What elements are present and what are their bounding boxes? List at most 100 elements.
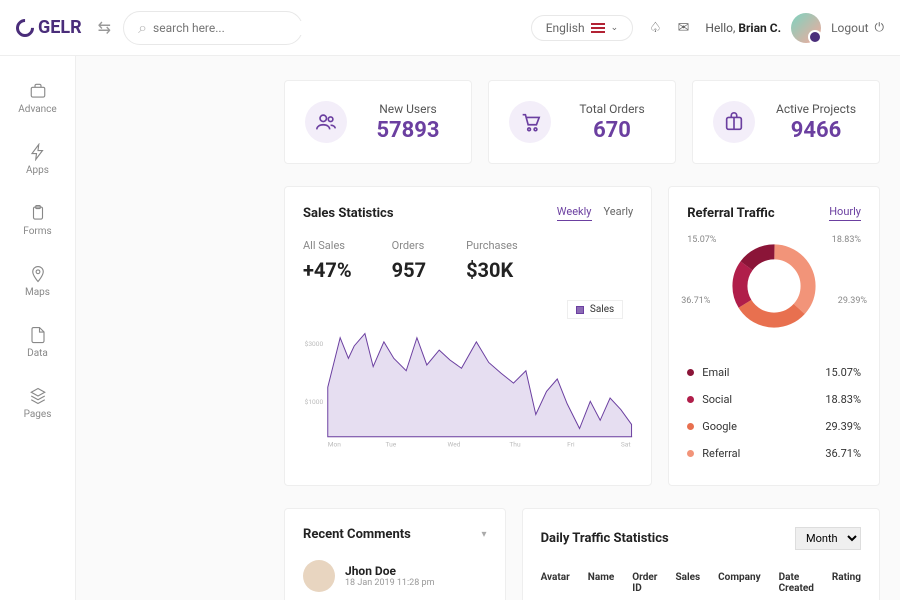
topbar: GELR ⇆ ⌕ English ⌄ ♤ ✉ Hello, Brian C. L…	[0, 0, 900, 56]
flag-icon	[591, 23, 605, 33]
sidebar-label: Apps	[26, 165, 49, 176]
tab-yearly[interactable]: Yearly	[604, 205, 634, 221]
pin-icon	[29, 265, 47, 283]
logout-link[interactable]: Logout ⏻	[831, 20, 884, 35]
stat-card-new-users: New Users 57893	[284, 80, 472, 164]
stat-value: 9466	[773, 118, 859, 143]
dot-icon	[687, 396, 694, 403]
metric-label: Purchases	[466, 239, 518, 252]
legend-color-icon	[576, 306, 584, 314]
referral-value: 29.39%	[825, 420, 861, 433]
search-input[interactable]	[153, 21, 309, 35]
chart-legend: Sales	[567, 300, 623, 319]
stat-value: 670	[569, 118, 655, 143]
sidebar-label: Pages	[24, 409, 52, 420]
th: Rating	[832, 572, 861, 594]
x-tick: Sat	[621, 441, 631, 449]
caret-down-icon[interactable]: ▾	[482, 529, 487, 540]
stat-card-total-orders: Total Orders 670	[488, 80, 676, 164]
x-tick: Wed	[447, 441, 460, 449]
x-tick: Thu	[509, 441, 521, 449]
chevron-down-icon: ⌄	[611, 23, 619, 33]
x-tick: Mon	[328, 441, 342, 449]
th: Sales	[675, 572, 700, 594]
logout-label: Logout	[831, 21, 868, 35]
donut-label: 18.83%	[832, 235, 861, 245]
stat-label: Total Orders	[569, 102, 655, 116]
referral-value: 36.71%	[825, 447, 861, 460]
panel-title: Recent Comments	[303, 527, 411, 542]
brand-logo[interactable]: GELR	[16, 17, 82, 38]
referral-value: 18.83%	[825, 393, 861, 406]
tab-hourly[interactable]: Hourly	[829, 205, 861, 221]
greeting: Hello, Brian C.	[705, 21, 781, 35]
sidebar-item-maps[interactable]: Maps	[0, 251, 75, 312]
referral-label: Google	[702, 420, 737, 433]
metric-value: +47%	[303, 258, 352, 282]
comment-avatar	[303, 560, 335, 592]
avatar[interactable]	[791, 13, 821, 43]
y-tick: $3000	[305, 340, 324, 348]
metric-label: All Sales	[303, 239, 352, 252]
bolt-icon	[29, 143, 47, 161]
traffic-period-select[interactable]: Month	[795, 527, 861, 550]
main-content: New Users 57893 Total Orders 670 Activ	[76, 56, 900, 600]
metric-label: Orders	[392, 239, 426, 252]
brand-text: GELR	[38, 17, 82, 38]
sidebar-label: Forms	[23, 226, 51, 237]
stat-card-active-projects: Active Projects 9466	[692, 80, 880, 164]
donut-label: 36.71%	[681, 296, 710, 306]
search-box[interactable]: ⌕	[123, 11, 303, 45]
referral-traffic-panel: Referral Traffic Hourly 15.07% 18.83% 29…	[668, 186, 880, 486]
sidebar-label: Advance	[18, 104, 56, 115]
bag-icon	[713, 101, 755, 143]
y-tick: $1000	[305, 398, 324, 406]
greeting-prefix: Hello,	[705, 21, 738, 35]
sidebar-label: Data	[27, 348, 48, 359]
sidebar-item-forms[interactable]: Forms	[0, 190, 75, 251]
th: Company	[718, 572, 760, 594]
sidebar-label: Maps	[25, 287, 50, 298]
sales-chart: Sales $3000 $1000 Mon Tue Wed Thu Fri Sa…	[303, 294, 633, 464]
sidebar-item-advance[interactable]: Advance	[0, 68, 75, 129]
referral-value: 15.07%	[825, 366, 861, 379]
sales-statistics-panel: Sales Statistics Weekly Yearly All Sales…	[284, 186, 652, 486]
sidebar: Advance Apps Forms Maps Data Pages	[0, 56, 76, 600]
referral-item: Referral 36.71%	[687, 440, 861, 467]
power-icon: ⏻	[875, 20, 885, 35]
th: Order ID	[632, 572, 657, 594]
dot-icon	[687, 450, 694, 457]
panel-title: Sales Statistics	[303, 206, 394, 221]
referral-label: Social	[702, 393, 732, 406]
referral-list: Email15.07% Social18.83% Google29.39% Re…	[687, 359, 861, 467]
legend-label: Sales	[590, 304, 614, 315]
metric-value: $30K	[466, 258, 518, 282]
panel-title: Daily Traffic Statistics	[541, 531, 669, 546]
th: Date Created	[779, 572, 814, 594]
clipboard-icon	[29, 204, 47, 222]
sidebar-item-apps[interactable]: Apps	[0, 129, 75, 190]
referral-label: Referral	[702, 447, 740, 460]
metric-value: 957	[392, 258, 426, 282]
layers-icon	[29, 387, 47, 405]
comment-name: Jhon Doe	[345, 564, 434, 578]
tab-weekly[interactable]: Weekly	[557, 205, 592, 221]
language-selector[interactable]: English ⌄	[531, 15, 633, 41]
file-icon	[29, 326, 47, 344]
greeting-name: Brian C.	[738, 21, 781, 35]
menu-toggle-icon[interactable]: ⇆	[98, 18, 111, 37]
sidebar-item-data[interactable]: Data	[0, 312, 75, 373]
donut-label: 15.07%	[687, 235, 716, 245]
referral-donut-chart: 15.07% 18.83% 29.39% 36.71%	[687, 241, 861, 331]
referral-item: Google 29.39%	[687, 413, 861, 440]
x-tick: Tue	[386, 441, 397, 449]
th: Name	[588, 572, 614, 594]
brand-icon	[12, 15, 37, 40]
stat-label: Active Projects	[773, 102, 859, 116]
sidebar-item-pages[interactable]: Pages	[0, 373, 75, 434]
bell-icon[interactable]: ♤	[649, 20, 662, 36]
mail-icon[interactable]: ✉	[678, 20, 690, 36]
language-label: English	[546, 21, 585, 35]
daily-traffic-panel: Daily Traffic Statistics Month Avatar Na…	[522, 508, 880, 600]
stat-label: New Users	[365, 102, 451, 116]
